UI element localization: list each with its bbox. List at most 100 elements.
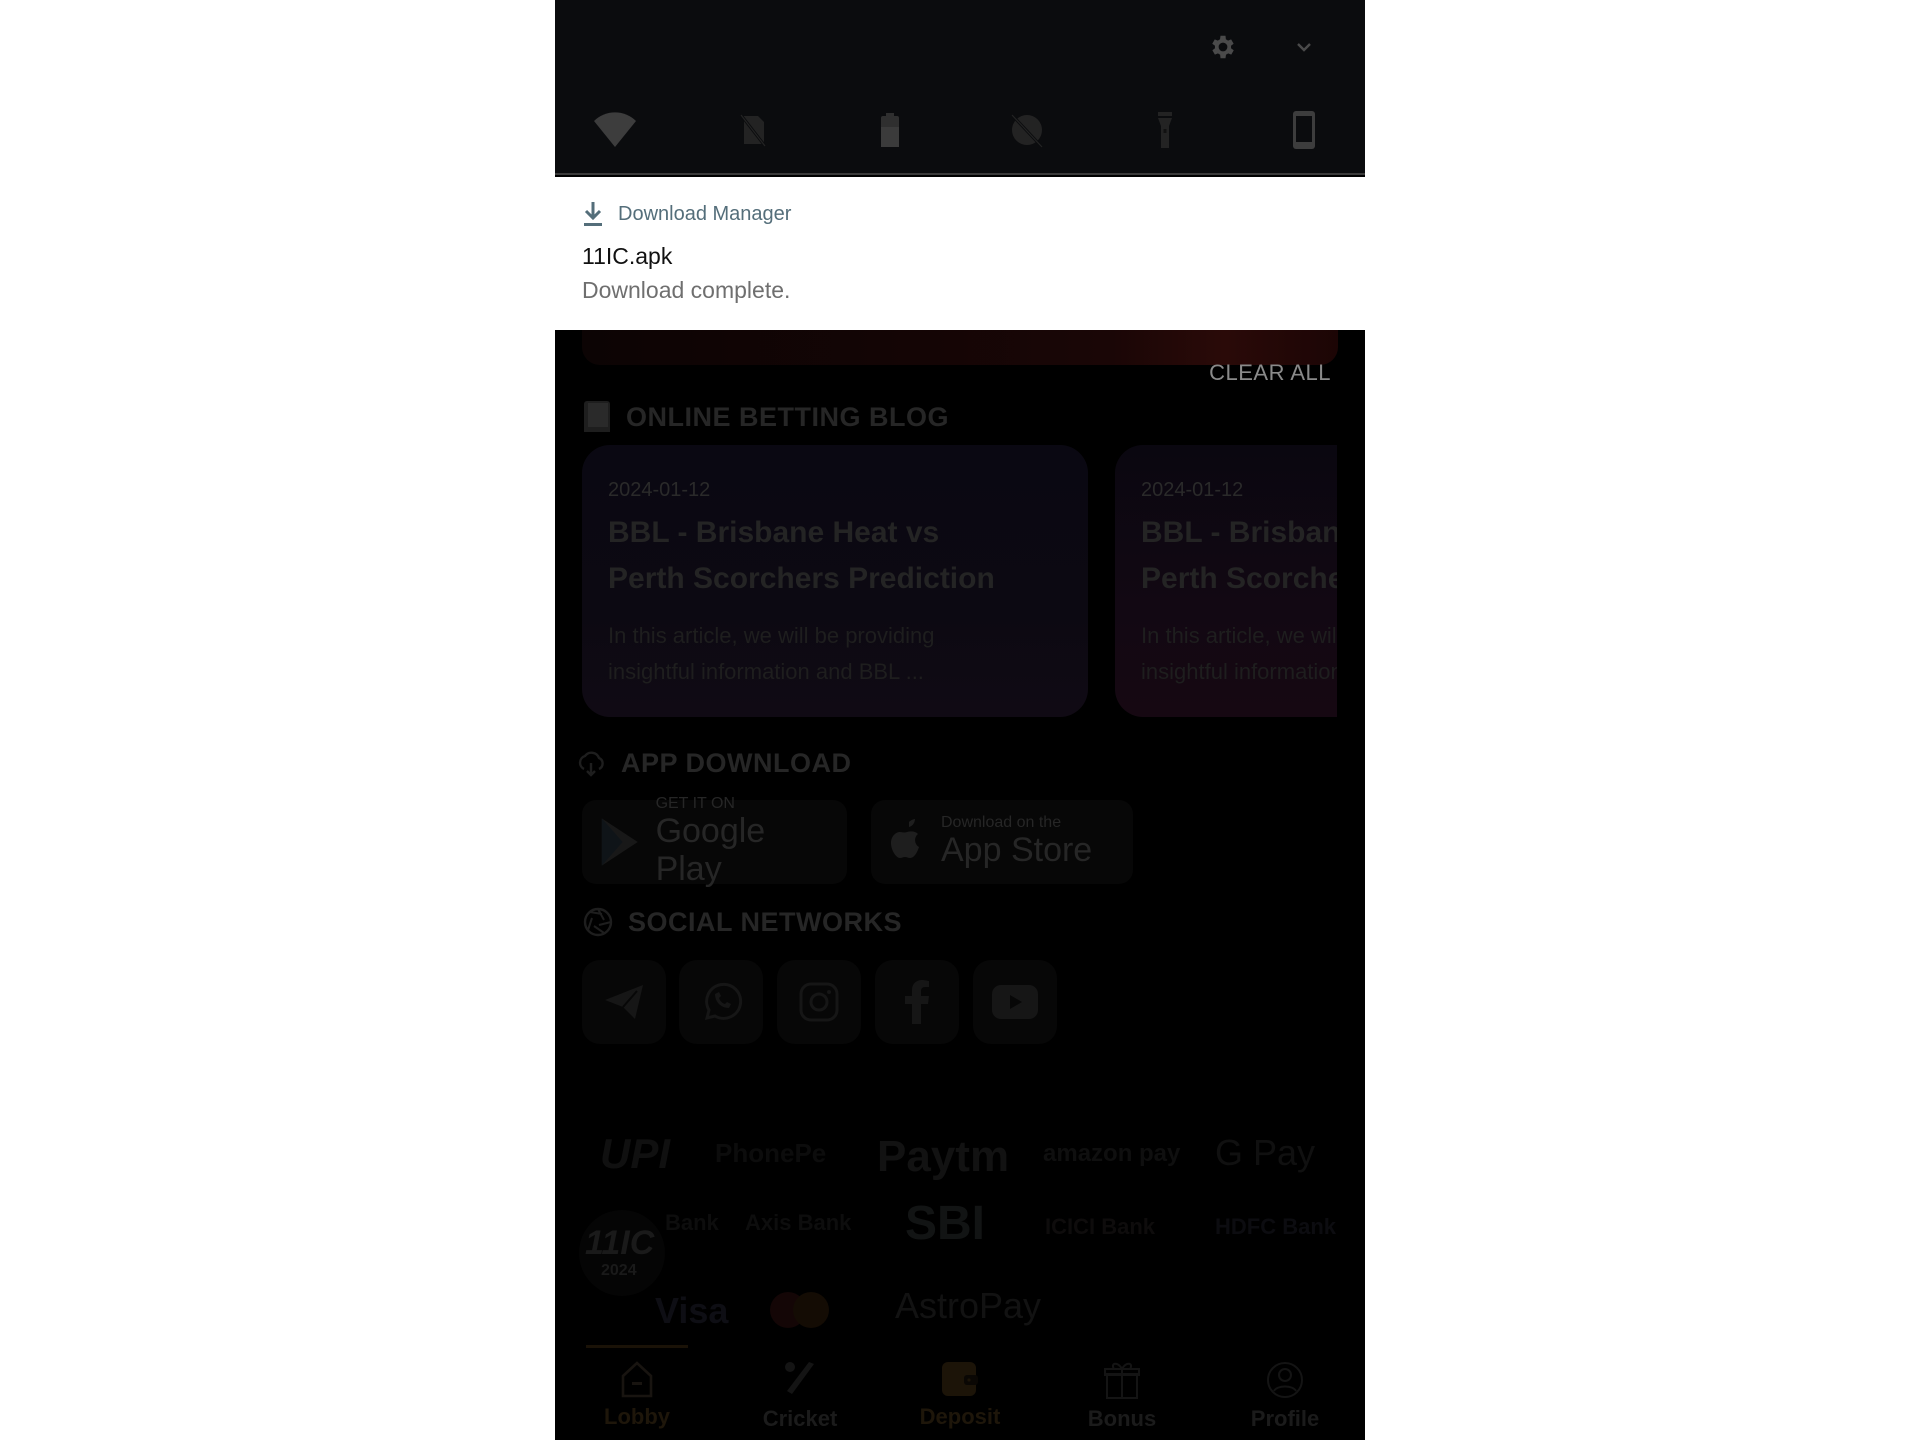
phone-rotate-icon [1293,111,1315,149]
facebook-button[interactable] [875,960,959,1044]
blog-card-title: BBL - Brisbane Heat vs Perth Scorchers P… [1141,510,1337,602]
payment-logo-visa: Visa [655,1290,729,1331]
wifi-tile[interactable] [591,108,639,152]
blog-card-date: 2024-01-12 [1141,479,1244,501]
blog-section-title: ONLINE BETTING BLOG [626,401,949,432]
blog-card-date: 2024-01-12 [608,479,711,501]
blog-card-excerpt-line: In this article, we will be providing [1141,623,1337,648]
blog-card-excerpt-line: In this article, we will be providing [608,623,935,648]
blog-card-title-line: Perth Scorchers Prediction [608,562,995,595]
gift-icon [1104,1362,1140,1399]
book-icon [584,401,610,432]
payment-logo-axis: Axis Bank [745,1210,852,1235]
blog-card-title-line: Perth Scorchers Prediction [1141,562,1337,595]
battery-saver-tile[interactable] [866,108,914,152]
payment-logo-amazon-pay: amazon pay [1043,1140,1181,1167]
apple-icon [891,819,919,858]
blog-card-title-line: BBL - Brisbane Heat vs [1141,516,1337,549]
dnd-tile[interactable] [1003,108,1051,152]
background-app-dimmed: CLEAR ALL ONLINE BETTING BLOG 2024-01-12… [555,330,1365,1440]
flashlight-icon [1158,112,1172,148]
payment-logo-bank: Bank [665,1210,719,1235]
payment-logo-sbi: SBI [905,1197,986,1250]
app-store-big-text: App Store [941,831,1093,869]
brand-badge-year: 2024 [601,1262,637,1279]
payment-logo-paytm: Paytm [877,1132,1010,1181]
payment-logo-astropay: AstroPay [895,1285,1042,1326]
battery-icon [881,113,899,147]
social-networks-title: SOCIAL NETWORKS [628,906,903,937]
whatsapp-icon [704,982,743,1021]
phone-screen: Download Manager 11IC.apk Download compl… [555,0,1365,1440]
wifi-icon [594,112,636,147]
aperture-icon [583,907,613,937]
payment-logo-hdfc: HDFC Bank [1215,1214,1337,1239]
nav-profile[interactable]: Profile [1215,1360,1355,1432]
instagram-icon [799,982,839,1022]
payment-logo-phonepe: PhonePe [715,1138,827,1168]
google-play-text: GET IT ON Google Play [655,795,831,889]
nav-label: Lobby [604,1404,670,1429]
telegram-icon [605,985,643,1019]
settings-button[interactable] [1206,30,1240,64]
nav-bonus[interactable]: Bonus [1052,1360,1192,1432]
notification-title: 11IC.apk [582,243,673,269]
google-play-big-text: Google Play [655,812,766,888]
dnd-off-icon [1010,113,1044,149]
brand-badge-logo: 11IC [585,1224,655,1262]
no-sim-icon [739,114,767,147]
youtube-icon [992,985,1038,1019]
google-play-button[interactable]: GET IT ON Google Play [582,796,847,888]
blog-card-title-line: BBL - Brisbane Heat vs [608,516,940,549]
mastercard-circle-right [793,1292,829,1328]
blog-card-excerpt: In this article, we will be providing in… [1141,618,1337,690]
nav-label: Bonus [1087,1406,1157,1431]
telegram-button[interactable] [582,960,666,1044]
blog-card-excerpt-line: insightful information and BBL ... [1141,659,1337,684]
download-notification[interactable]: Download Manager 11IC.apk Download compl… [555,177,1365,330]
blog-card-excerpt-line: insightful information and BBL ... [608,659,924,684]
profile-icon [1267,1362,1303,1398]
blog-section-header: ONLINE BETTING BLOG [582,400,949,434]
youtube-button[interactable] [973,960,1057,1044]
home-icon [621,1361,653,1398]
payment-logo-icici: ICICI Bank [1045,1214,1156,1239]
nav-lobby[interactable]: Lobby [567,1360,707,1430]
instagram-button[interactable] [777,960,861,1044]
clear-all-button[interactable]: CLEAR ALL [1209,360,1331,386]
nav-label: Profile [1250,1406,1320,1431]
app-store-small-text: Download on the [941,814,1062,831]
payment-logo-gpay: G Pay [1215,1132,1316,1173]
flashlight-tile[interactable] [1141,108,1189,152]
rotate-tile[interactable] [1280,108,1328,152]
nav-label: Cricket [762,1406,838,1431]
app-store-button[interactable]: Download on the App Store [871,800,1133,884]
notification-header: Download Manager [582,201,791,227]
cricket-bat-icon [785,1362,814,1394]
app-store-text: Download on the App Store [941,814,1093,870]
gear-icon [1212,35,1234,59]
blog-card[interactable]: 2024-01-12 BBL - Brisbane Heat vs Perth … [1115,445,1337,717]
google-play-small-text: GET IT ON [655,795,735,812]
brand-floating-badge[interactable]: 11IC 2024 [579,1210,665,1296]
nav-cricket[interactable]: Cricket [730,1360,870,1432]
whatsapp-button[interactable] [679,960,763,1044]
collapse-button[interactable] [1287,30,1321,64]
notification-app-name: Download Manager [618,202,792,225]
mobile-data-tile[interactable] [729,108,777,152]
google-play-icon [601,818,638,866]
blog-card-excerpt: In this article, we will be providing in… [608,618,1062,690]
notification-text: Download complete. [582,277,791,303]
social-networks-header: SOCIAL NETWORKS [582,906,902,938]
blog-card[interactable]: 2024-01-12 BBL - Brisbane Heat vs Perth … [582,445,1088,717]
payment-logo-upi: UPI [600,1130,671,1177]
nav-deposit[interactable]: Deposit [890,1360,1030,1430]
wallet-icon [942,1362,978,1396]
quick-settings-panel [555,0,1365,175]
nav-label: Deposit [919,1404,1001,1429]
cloud-download-icon [578,751,604,777]
app-download-header: APP DOWNLOAD [575,747,852,779]
facebook-icon [905,980,929,1024]
chevron-down-icon [1297,43,1311,52]
app-download-title: APP DOWNLOAD [621,747,852,778]
